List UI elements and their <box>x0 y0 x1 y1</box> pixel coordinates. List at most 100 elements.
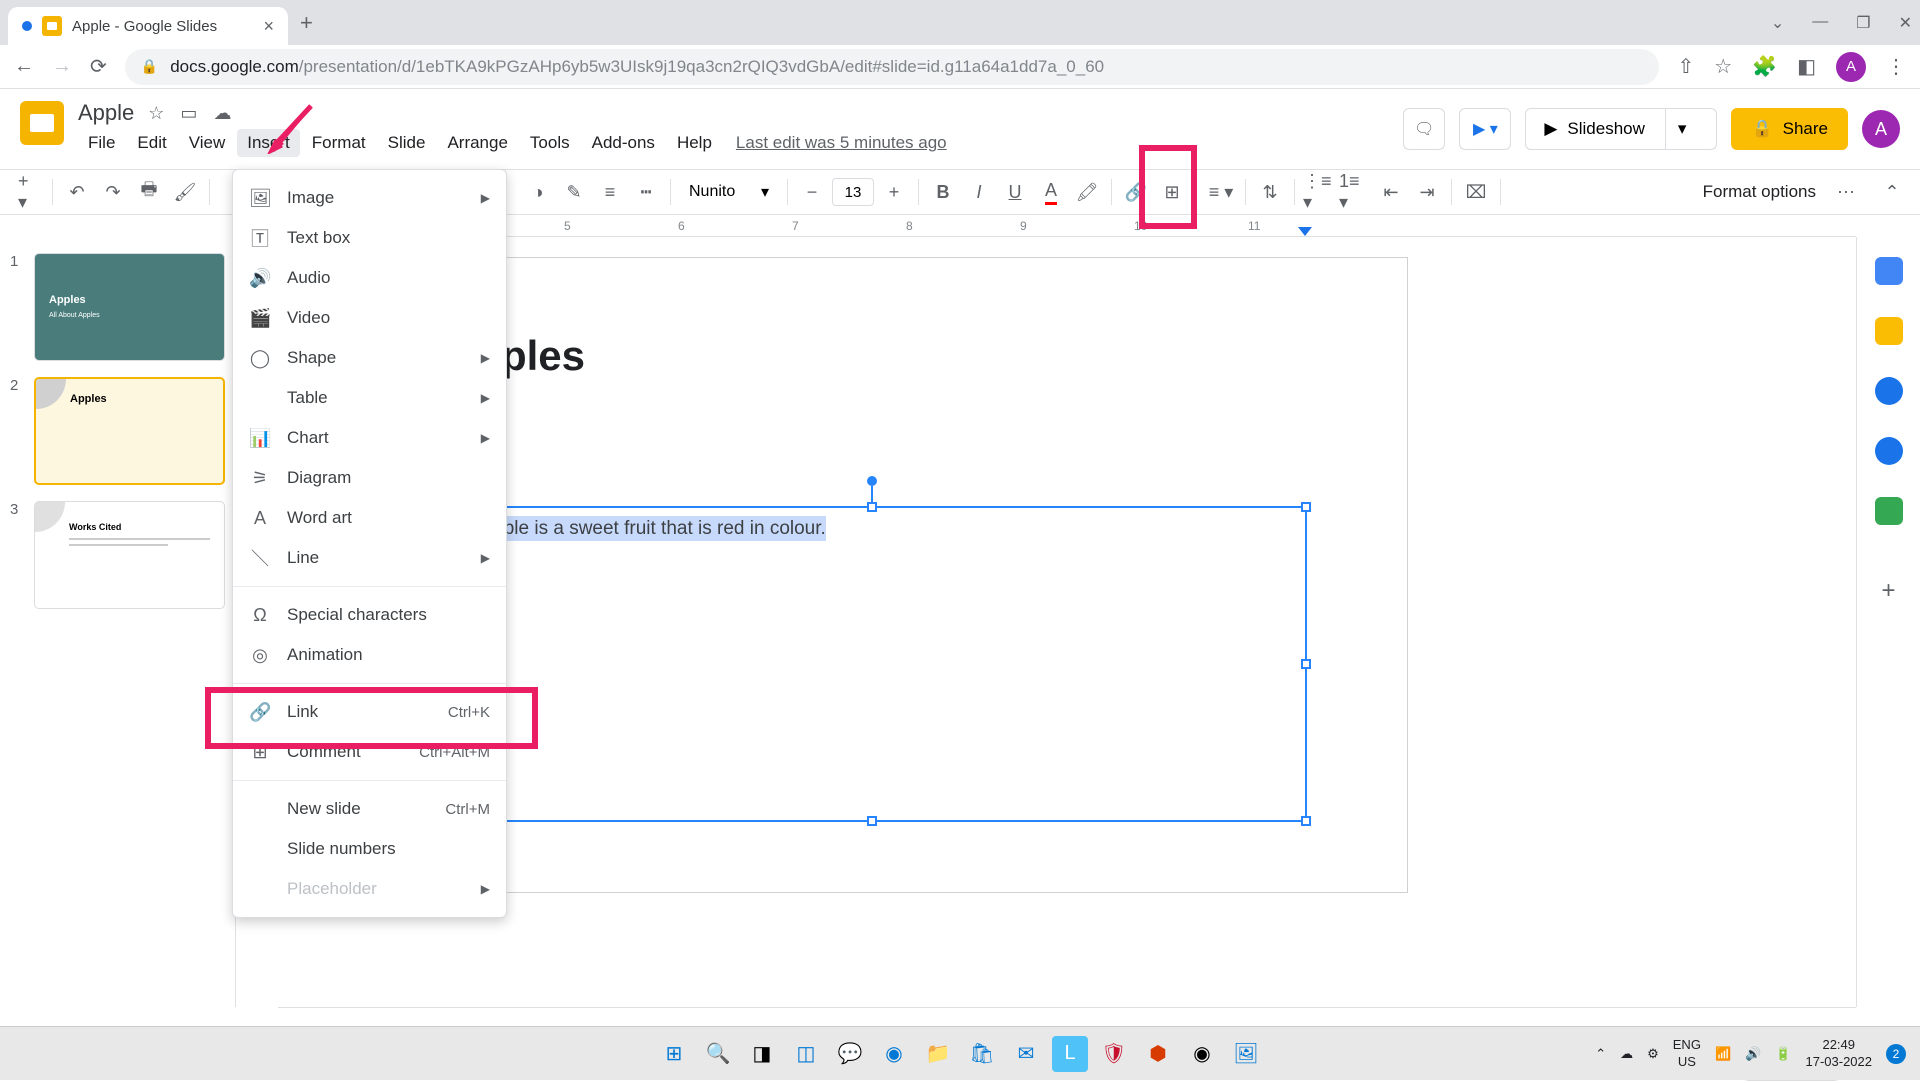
onedrive-icon[interactable]: ☁ <box>1620 1046 1633 1062</box>
insert-menu-comment[interactable]: ⊞CommentCtrl+Alt+M <box>233 732 506 772</box>
increase-indent-button[interactable]: ⇥ <box>1411 176 1443 208</box>
share-page-icon[interactable]: ⇧ <box>1677 54 1694 79</box>
insert-menu-slide-numbers[interactable]: Slide numbers <box>233 829 506 869</box>
italic-button[interactable]: I <box>963 176 995 208</box>
numbered-list-button[interactable]: 1≡ ▾ <box>1339 176 1371 208</box>
extensions-icon[interactable]: 🧩 <box>1752 54 1777 79</box>
slides-logo-icon[interactable] <box>20 101 64 145</box>
border-weight-button[interactable]: ≡ <box>594 176 626 208</box>
right-indent-icon[interactable] <box>1298 227 1312 236</box>
selected-body-text[interactable]: An Apple is a sweet fruit that is red in… <box>453 516 826 541</box>
highlight-color-button[interactable]: 🖍 <box>1071 176 1103 208</box>
chrome-icon[interactable]: ◉ <box>1184 1036 1220 1072</box>
star-icon[interactable]: ☆ <box>148 103 164 124</box>
insert-menu-chart[interactable]: 📊Chart▶ <box>233 418 506 458</box>
present-dropdown-button[interactable]: ▶ ▾ <box>1459 108 1511 150</box>
menu-tools[interactable]: Tools <box>520 129 580 157</box>
start-icon[interactable]: ⊞ <box>656 1036 692 1072</box>
font-family-select[interactable]: Nunito▾ <box>679 182 779 202</box>
more-options-button[interactable]: ⋯ <box>1830 176 1862 208</box>
share-button[interactable]: 🔒 Share <box>1731 108 1848 150</box>
slideshow-button[interactable]: ▶ Slideshow ▾ <box>1525 108 1717 150</box>
language-indicator[interactable]: ENGUS <box>1673 1037 1701 1071</box>
collapse-toolbar-button[interactable]: ⌃ <box>1876 176 1908 208</box>
insert-menu-word-art[interactable]: AWord art <box>233 498 506 538</box>
url-bar[interactable]: 🔒 docs.google.com/presentation/d/1ebTKA9… <box>125 49 1660 85</box>
mail-icon[interactable]: ✉ <box>1008 1036 1044 1072</box>
tasks-icon[interactable] <box>1875 377 1903 405</box>
widgets-icon[interactable]: ◫ <box>788 1036 824 1072</box>
insert-menu-link[interactable]: 🔗LinkCtrl+K <box>233 692 506 732</box>
chevron-down-icon[interactable]: ⌄ <box>1771 13 1784 33</box>
align-button[interactable]: ≡ ▾ <box>1205 176 1237 208</box>
search-icon[interactable]: 🔍 <box>700 1036 736 1072</box>
fill-color-button[interactable]: ◑ <box>522 176 554 208</box>
close-tab-icon[interactable]: × <box>263 16 274 37</box>
redo-button[interactable]: ↷ <box>97 176 129 208</box>
app-icon[interactable]: L <box>1052 1036 1088 1072</box>
edge-icon[interactable]: ◉ <box>876 1036 912 1072</box>
paint-format-button[interactable]: 🖌 <box>169 176 201 208</box>
decrease-indent-button[interactable]: ⇤ <box>1375 176 1407 208</box>
account-avatar[interactable]: A <box>1862 110 1900 148</box>
maximize-icon[interactable]: ❐ <box>1856 13 1870 33</box>
menu-file[interactable]: File <box>78 129 125 157</box>
rotate-handle[interactable] <box>867 476 877 486</box>
menu-help[interactable]: Help <box>667 129 722 157</box>
new-slide-button[interactable]: + ▾ <box>12 176 44 208</box>
resize-handle[interactable] <box>1301 502 1311 512</box>
menu-edit[interactable]: Edit <box>127 129 176 157</box>
chrome-profile-avatar[interactable]: A <box>1836 52 1866 82</box>
last-edit-link[interactable]: Last edit was 5 minutes ago <box>736 133 947 153</box>
calendar-icon[interactable] <box>1875 257 1903 285</box>
insert-menu-new-slide[interactable]: New slideCtrl+M <box>233 789 506 829</box>
insert-menu-shape[interactable]: ◯Shape▶ <box>233 338 506 378</box>
tray-chevron-icon[interactable]: ⌃ <box>1595 1046 1606 1062</box>
insert-menu-image[interactable]: 🖼Image▶ <box>233 178 506 218</box>
file-explorer-icon[interactable]: 📁 <box>920 1036 956 1072</box>
insert-menu-audio[interactable]: 🔊Audio <box>233 258 506 298</box>
task-view-icon[interactable]: ◨ <box>744 1036 780 1072</box>
insert-menu-video[interactable]: 🎬Video <box>233 298 506 338</box>
notification-badge[interactable]: 2 <box>1886 1044 1906 1064</box>
selected-text-box[interactable]: An Apple is a sweet fruit that is red in… <box>437 506 1307 822</box>
volume-icon[interactable]: 🔊 <box>1745 1046 1761 1062</box>
comments-button[interactable]: 🗨 <box>1403 108 1445 150</box>
move-folder-icon[interactable]: ▭ <box>180 103 197 124</box>
wifi-icon[interactable]: 📶 <box>1715 1046 1731 1062</box>
border-color-button[interactable]: ✎ <box>558 176 590 208</box>
store-icon[interactable]: 🛍 <box>964 1036 1000 1072</box>
browser-tab[interactable]: Apple - Google Slides × <box>8 7 288 45</box>
insert-menu-text-box[interactable]: 🅃Text box <box>233 218 506 258</box>
menu-view[interactable]: View <box>179 129 236 157</box>
border-dash-button[interactable]: ┅ <box>630 176 662 208</box>
bookmark-star-icon[interactable]: ☆ <box>1714 54 1732 79</box>
office-icon[interactable]: ⬢ <box>1140 1036 1176 1072</box>
insert-menu-table[interactable]: Table▶ <box>233 378 506 418</box>
tray-app-icon[interactable]: ⚙ <box>1647 1046 1659 1062</box>
photos-icon[interactable]: 🖼 <box>1228 1036 1264 1072</box>
resize-handle[interactable] <box>1301 659 1311 669</box>
print-button[interactable]: 🖶 <box>133 176 165 208</box>
bullet-list-button[interactable]: ⋮≡ ▾ <box>1303 176 1335 208</box>
insert-comment-button[interactable]: ⊞ <box>1156 176 1188 208</box>
text-color-button[interactable]: A <box>1035 176 1067 208</box>
format-options-button[interactable]: Format options <box>1703 182 1816 202</box>
add-addon-button[interactable]: + <box>1881 577 1895 605</box>
reload-icon[interactable]: ⟳ <box>90 54 107 79</box>
insert-menu-special-characters[interactable]: ΩSpecial characters <box>233 595 506 635</box>
minimize-icon[interactable]: ― <box>1812 13 1828 33</box>
resize-handle[interactable] <box>867 502 877 512</box>
clear-formatting-button[interactable]: ⌧ <box>1460 176 1492 208</box>
font-size-input[interactable]: 13 <box>832 178 874 206</box>
insert-link-button[interactable]: 🔗 <box>1120 176 1152 208</box>
insert-menu-animation[interactable]: ◎Animation <box>233 635 506 675</box>
insert-menu-diagram[interactable]: ⚞Diagram <box>233 458 506 498</box>
battery-icon[interactable]: 🔋 <box>1775 1046 1791 1062</box>
underline-button[interactable]: U <box>999 176 1031 208</box>
close-window-icon[interactable]: ✕ <box>1899 13 1912 33</box>
chat-icon[interactable]: 💬 <box>832 1036 868 1072</box>
menu-addons[interactable]: Add-ons <box>582 129 665 157</box>
mcafee-icon[interactable]: 🛡 <box>1096 1036 1132 1072</box>
resize-handle[interactable] <box>867 816 877 826</box>
